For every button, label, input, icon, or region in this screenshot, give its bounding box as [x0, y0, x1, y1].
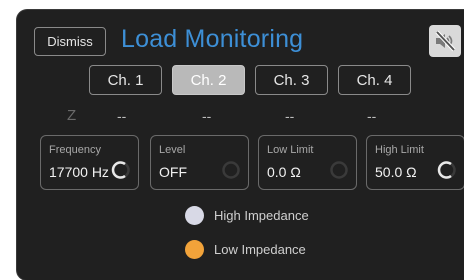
low-limit-value: 0.0 Ω [267, 164, 301, 180]
channel-1-impedance: -- [117, 108, 127, 124]
impedance-label: Z [67, 107, 77, 124]
mute-button[interactable] [429, 25, 461, 57]
channel-2-button[interactable]: Ch. 2 [172, 65, 245, 95]
level-label: Level [159, 144, 186, 156]
low-limit-label: Low Limit [267, 144, 314, 156]
knob-icon [330, 161, 348, 179]
legend-high-impedance: High Impedance [185, 206, 309, 225]
low-limit-control[interactable]: Low Limit 0.0 Ω [258, 135, 357, 190]
channel-4-button[interactable]: Ch. 4 [338, 65, 411, 95]
frequency-control[interactable]: Frequency 17700 Hz [40, 135, 139, 190]
channel-3-button[interactable]: Ch. 3 [255, 65, 328, 95]
low-impedance-dot [185, 240, 204, 259]
frequency-value: 17700 Hz [49, 164, 109, 180]
knob-icon [111, 161, 130, 179]
high-limit-control[interactable]: High Limit 50.0 Ω [366, 135, 464, 190]
legend-high-label: High Impedance [214, 208, 309, 223]
high-impedance-dot [185, 206, 204, 225]
channel-1-button[interactable]: Ch. 1 [89, 65, 162, 95]
speaker-muted-icon [435, 30, 456, 52]
level-control[interactable]: Level OFF [150, 135, 249, 190]
channel-3-impedance: -- [285, 108, 295, 124]
high-limit-label: High Limit [375, 144, 424, 156]
load-monitoring-panel: Dismiss Load Monitoring Ch. 1 Ch. 2 Ch. … [17, 10, 464, 280]
high-limit-value: 50.0 Ω [375, 164, 417, 180]
channel-2-impedance: -- [202, 108, 212, 124]
knob-icon [222, 161, 240, 179]
level-value: OFF [159, 164, 187, 180]
dismiss-button[interactable]: Dismiss [34, 27, 106, 56]
legend-low-label: Low Impedance [214, 242, 306, 257]
frequency-label: Frequency [49, 144, 101, 156]
channel-4-impedance: -- [367, 108, 377, 124]
page-title: Load Monitoring [121, 25, 304, 53]
legend-low-impedance: Low Impedance [185, 240, 306, 259]
knob-icon [437, 161, 456, 179]
